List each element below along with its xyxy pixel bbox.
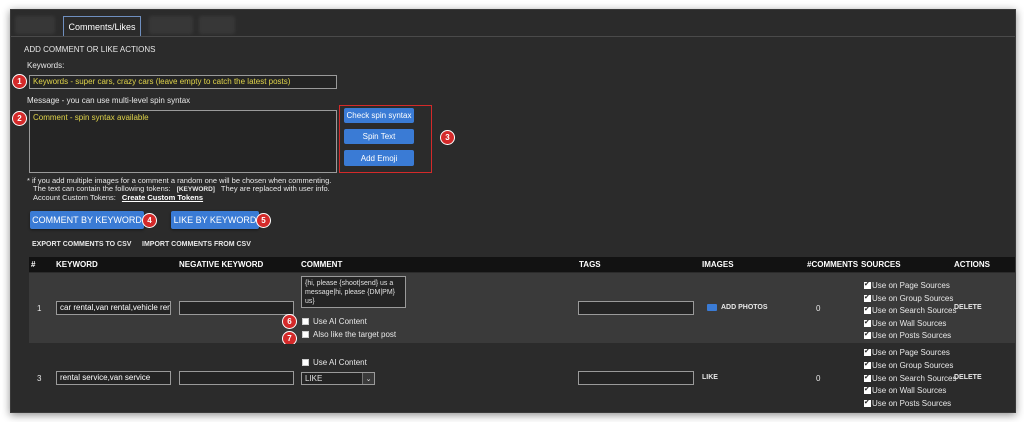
delete-row-button[interactable]: DELETE — [954, 374, 982, 381]
also-like-label: Also like the target post — [313, 330, 397, 339]
source-search-label: Use on Search Sources — [872, 306, 957, 315]
col-comment: COMMENT — [301, 260, 343, 269]
badge-1: 1 — [12, 74, 27, 89]
source-group-label: Use on Group Sources — [872, 294, 954, 303]
token-keyword: [KEYWORD] — [176, 186, 215, 193]
note-tokens-replaced: They are replaced with user info. — [220, 184, 330, 193]
source-checkbox[interactable] — [864, 347, 871, 356]
add-photos-icon[interactable] — [707, 304, 717, 311]
row-tags-input[interactable] — [578, 371, 694, 385]
use-ai-label: Use AI Content — [313, 317, 367, 326]
badge-2: 2 — [12, 111, 27, 126]
tab-blurred-2[interactable] — [149, 16, 193, 34]
source-search-label: Use on Search Sources — [872, 374, 957, 383]
badge-5: 5 — [256, 213, 271, 228]
use-ai-checkbox[interactable] — [302, 318, 309, 325]
add-emoji-button[interactable]: Add Emoji — [344, 150, 414, 166]
row-tags-input[interactable] — [578, 301, 694, 315]
delete-row-button[interactable]: DELETE — [954, 304, 982, 311]
row-action-select[interactable]: LIKE ⌄ — [301, 372, 375, 385]
use-ai-checkbox[interactable] — [302, 359, 309, 366]
source-group-label: Use on Group Sources — [872, 361, 954, 370]
badge-6: 6 — [282, 314, 297, 329]
col-keyword: KEYWORD — [56, 260, 98, 269]
source-page-label: Use on Page Sources — [872, 281, 950, 290]
table-row: 1 car rental,van rental,vehicle rental {… — [29, 273, 1015, 346]
source-checkbox[interactable] — [864, 360, 871, 369]
note-custom-tokens: Account Custom Tokens: Create Custom Tok… — [33, 193, 203, 202]
keywords-input[interactable]: Keywords - super cars, crazy cars (leave… — [29, 75, 337, 89]
app-window: Comments/Likes ADD COMMENT OR LIKE ACTIO… — [10, 9, 1016, 413]
tab-divider — [11, 36, 1015, 37]
col-tags: TAGS — [579, 260, 601, 269]
badge-4: 4 — [142, 213, 157, 228]
source-checkbox[interactable] — [864, 385, 871, 394]
row-comment-textarea[interactable]: {hi, please {shoot|send} us a message|hi… — [301, 276, 406, 308]
col-comments-count: #COMMENTS — [807, 260, 859, 269]
table-header: # KEYWORD NEGATIVE KEYWORD COMMENT TAGS … — [29, 257, 1015, 272]
add-photos-link[interactable]: ADD PHOTOS — [721, 304, 768, 311]
source-checkbox[interactable] — [864, 305, 871, 314]
section-title: ADD COMMENT OR LIKE ACTIONS — [24, 45, 156, 54]
source-checkbox[interactable] — [864, 373, 871, 382]
keywords-label: Keywords: — [27, 61, 65, 70]
col-actions: ACTIONS — [954, 260, 990, 269]
message-label: Message - you can use multi-level spin s… — [27, 96, 191, 105]
tab-comments-likes[interactable]: Comments/Likes — [63, 16, 141, 36]
col-sources: SOURCES — [861, 260, 901, 269]
col-negative-keyword: NEGATIVE KEYWORD — [179, 260, 264, 269]
row-action-select-value: LIKE — [305, 374, 323, 383]
row-comments-count: 0 — [816, 304, 821, 313]
row-negative-keyword-input[interactable] — [179, 371, 294, 385]
source-wall-label: Use on Wall Sources — [872, 386, 947, 395]
source-wall-label: Use on Wall Sources — [872, 319, 947, 328]
source-checkbox[interactable] — [864, 280, 871, 289]
badge-3: 3 — [440, 130, 455, 145]
row-negative-keyword-input[interactable] — [179, 301, 294, 315]
row-images-text: LIKE — [702, 374, 718, 381]
message-textarea[interactable]: Comment - spin syntax available — [29, 110, 337, 173]
row-comments-count: 0 — [816, 374, 821, 383]
check-spin-syntax-button[interactable]: Check spin syntax — [344, 108, 414, 123]
source-checkbox[interactable] — [864, 398, 871, 407]
export-csv-link[interactable]: EXPORT COMMENTS TO CSV — [32, 241, 131, 248]
import-csv-link[interactable]: IMPORT COMMENTS FROM CSV — [142, 241, 251, 248]
spin-text-button[interactable]: Spin Text — [344, 129, 414, 144]
source-posts-label: Use on Posts Sources — [872, 331, 952, 340]
create-custom-tokens-link[interactable]: Create Custom Tokens — [122, 193, 203, 202]
table-row: 3 rental service,van service Use AI Cont… — [29, 344, 1015, 412]
chevron-down-icon[interactable]: ⌄ — [362, 373, 374, 384]
row-keyword-input[interactable]: rental service,van service — [56, 371, 171, 385]
source-checkbox[interactable] — [864, 293, 871, 302]
source-checkbox[interactable] — [864, 330, 871, 339]
note-tokens-text: The text can contain the following token… — [33, 184, 171, 193]
source-page-label: Use on Page Sources — [872, 348, 950, 357]
comment-by-keyword-button[interactable]: COMMENT BY KEYWORD — [30, 211, 144, 229]
col-images: IMAGES — [702, 260, 734, 269]
source-checkbox[interactable] — [864, 318, 871, 327]
use-ai-label: Use AI Content — [313, 358, 367, 367]
custom-tokens-label: Account Custom Tokens: — [33, 193, 116, 202]
like-by-keyword-button[interactable]: LIKE BY KEYWORD — [171, 211, 259, 229]
row-number: 1 — [37, 304, 42, 313]
tab-bar: Comments/Likes — [11, 10, 1015, 36]
also-like-checkbox[interactable] — [302, 331, 309, 338]
tab-blurred-3[interactable] — [199, 16, 235, 34]
row-number: 3 — [37, 374, 42, 383]
row-keyword-input[interactable]: car rental,van rental,vehicle rental — [56, 301, 171, 315]
note-tokens: The text can contain the following token… — [33, 184, 330, 193]
source-posts-label: Use on Posts Sources — [872, 399, 952, 408]
col-num: # — [31, 260, 36, 269]
tab-blurred-1[interactable] — [15, 16, 55, 34]
